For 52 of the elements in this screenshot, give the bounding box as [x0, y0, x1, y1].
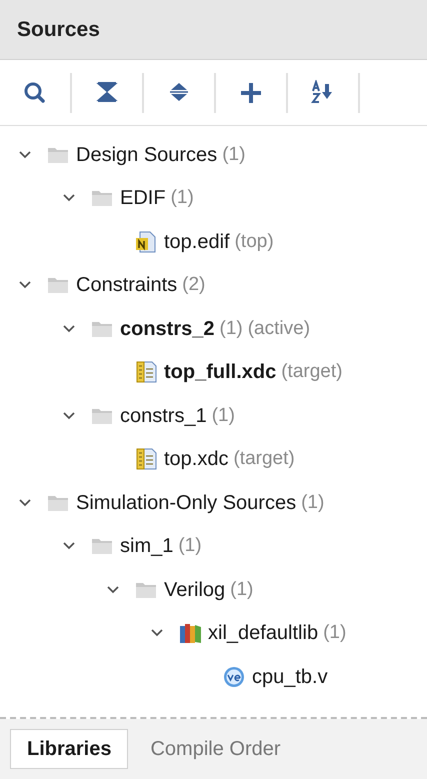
folder-icon [91, 406, 113, 425]
folder-icon [47, 276, 69, 294]
document-icon [135, 448, 157, 470]
folder-icon [47, 494, 69, 512]
tree-item-label[interactable]: cpu_tb.v [252, 662, 328, 692]
file-badge-icon [223, 666, 245, 688]
tree-item-label[interactable]: EDIF [120, 183, 166, 214]
folder-icon [91, 189, 113, 208]
chevron-down-icon[interactable] [62, 193, 76, 204]
tab[interactable]: Libraries [10, 729, 128, 769]
chevron-down-icon[interactable] [18, 280, 32, 290]
chevron-down-icon[interactable] [150, 628, 164, 638]
tree-item-label[interactable]: Constraints [76, 270, 178, 300]
item-count: (2) [182, 273, 206, 297]
chevron-down-icon[interactable] [18, 150, 32, 160]
folder-icon [47, 146, 69, 164]
tree-item-label[interactable]: constrs_2 [120, 314, 214, 344]
tree-item-label[interactable]: top.edif [164, 226, 230, 257]
item-count: (1) [220, 316, 243, 340]
folder-icon [91, 320, 113, 338]
item-count: (1) [178, 534, 202, 558]
item-note: (active) [248, 316, 310, 340]
tree-item-label[interactable]: Verilog [164, 574, 226, 605]
item-count: (1) [212, 404, 235, 428]
item-note: (target) [233, 447, 295, 471]
tab[interactable]: Compile Order [134, 729, 297, 769]
tree-item-label[interactable]: Simulation-Only Sources [76, 488, 296, 518]
tree-item-label[interactable]: xil_defaultlib [208, 618, 318, 648]
item-count: (1) [230, 578, 254, 602]
item-note: (top) [234, 230, 274, 254]
chevron-down-icon[interactable] [62, 410, 76, 421]
tree-item-label[interactable]: Design Sources [76, 140, 218, 170]
item-count: (1) [301, 490, 324, 514]
chevron-down-icon[interactable] [106, 584, 120, 595]
folder-icon [91, 537, 113, 556]
tree-item-label[interactable]: sim_1 [120, 531, 174, 562]
tree-item-label[interactable]: top.xdc [164, 444, 228, 474]
tree-item-label[interactable]: top_full.xdc [164, 357, 276, 388]
chevron-down-icon[interactable] [62, 324, 76, 334]
folder-icon [135, 580, 157, 599]
chevron-down-icon[interactable] [62, 541, 76, 552]
chevron-down-icon[interactable] [18, 498, 32, 508]
item-count: (1) [323, 621, 346, 645]
tree-item-label[interactable]: constrs_1 [120, 400, 207, 431]
panel-title: Sources [17, 16, 100, 43]
books-icon [179, 622, 203, 644]
item-count: (1) [170, 186, 194, 210]
search-icon[interactable] [22, 80, 48, 106]
item-count: (1) [222, 142, 246, 166]
document-icon [135, 230, 157, 253]
item-note: (target) [281, 360, 342, 384]
document-icon [135, 361, 157, 384]
